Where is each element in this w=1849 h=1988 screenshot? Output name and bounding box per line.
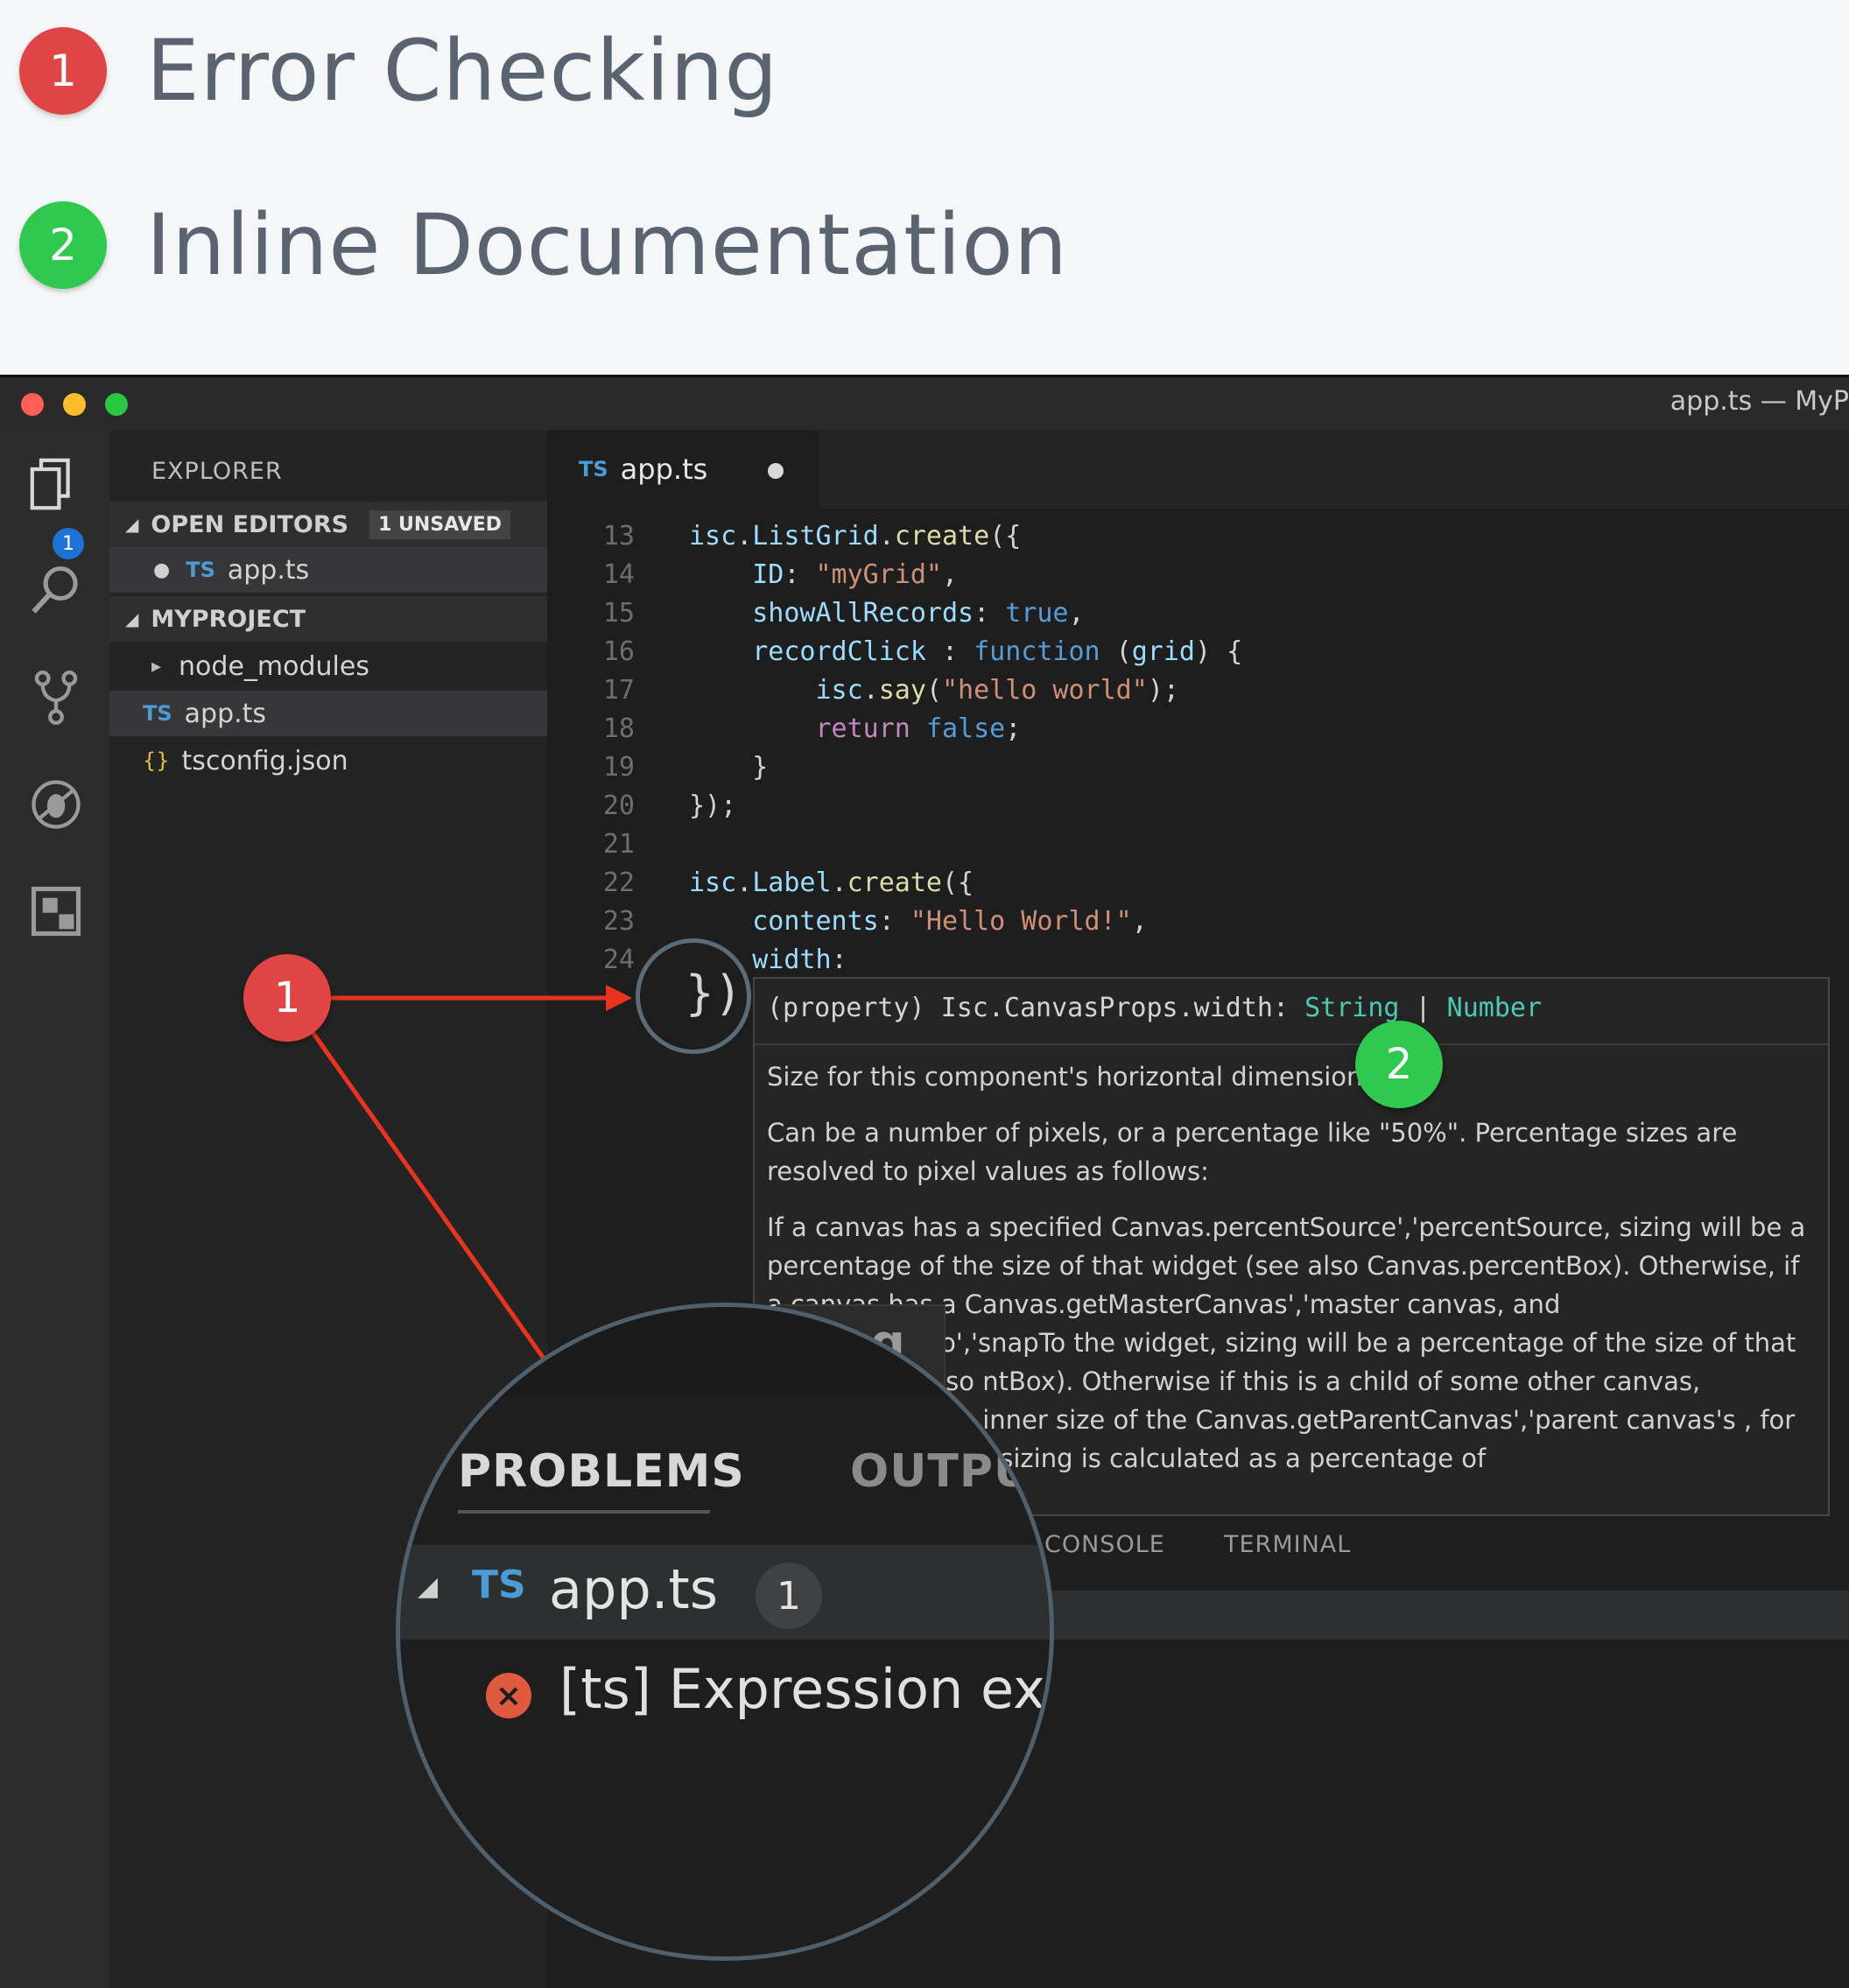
- problem-message[interactable]: [ts] Expression exp: [559, 1657, 1050, 1721]
- ts-file-icon: TS: [472, 1563, 526, 1607]
- problem-count-badge: 1: [756, 1563, 822, 1629]
- chevron-down-icon: ◢: [418, 1571, 439, 1602]
- problems-file-name: app.ts: [549, 1557, 719, 1621]
- problems-panel-magnifier: PROBLEMS OUTPU ◢ TS app.ts 1 × [ts] Expr…: [396, 1303, 1054, 1961]
- callout-pin-1: 1: [243, 954, 331, 1042]
- callout-pin-2: 2: [1355, 1021, 1443, 1108]
- tab-output[interactable]: OUTPU: [850, 1445, 1031, 1498]
- tab-problems[interactable]: PROBLEMS: [458, 1445, 745, 1498]
- active-tab-underline: [458, 1510, 710, 1514]
- error-icon: ×: [486, 1673, 531, 1718]
